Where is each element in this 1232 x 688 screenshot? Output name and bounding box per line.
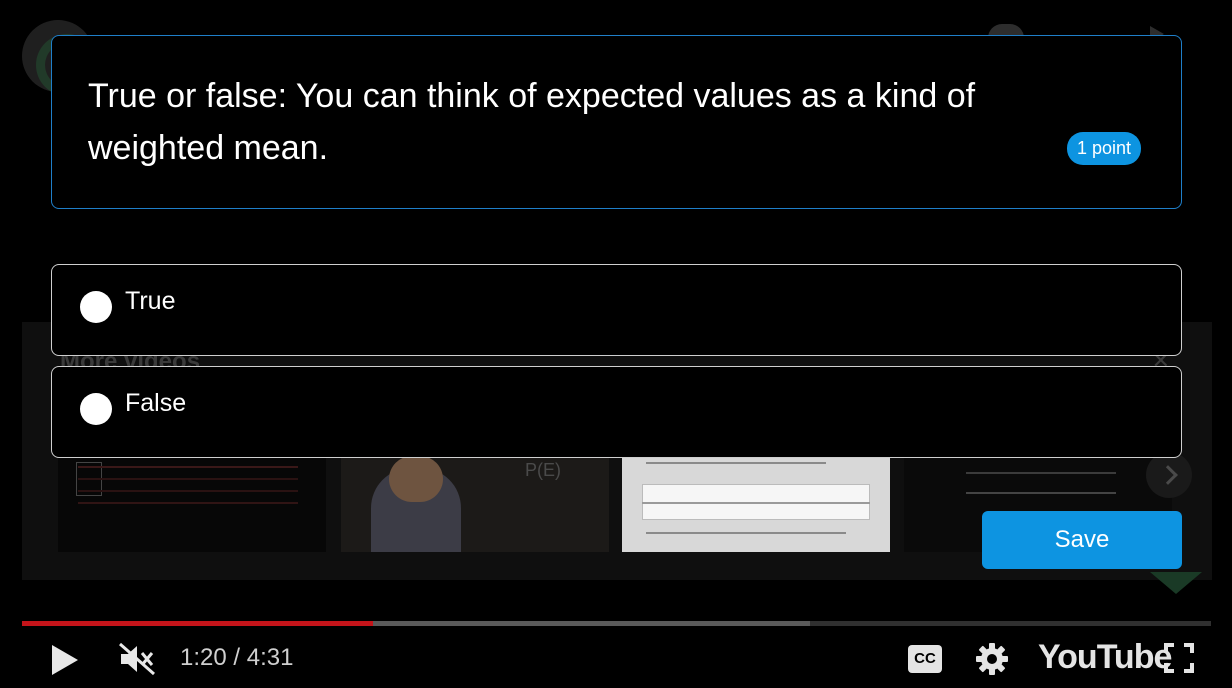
question-text: True or false: You can think of expected… — [88, 77, 976, 167]
youtube-logo[interactable]: YouTube — [1038, 638, 1172, 677]
answer-option-false[interactable]: False — [51, 366, 1182, 458]
radio-button[interactable] — [80, 291, 112, 323]
video-thumbnail[interactable] — [622, 458, 890, 552]
progress-bar[interactable] — [22, 621, 1211, 626]
question-card: True or false: You can think of expected… — [51, 35, 1182, 209]
time-display: 1:20 / 4:31 — [180, 644, 294, 671]
points-badge: 1 point — [1067, 132, 1142, 165]
gear-icon[interactable] — [974, 641, 1010, 677]
answer-label: False — [125, 389, 187, 417]
cc-icon[interactable]: CC — [908, 645, 942, 673]
thumbnail-text: P(E) — [525, 460, 561, 480]
answer-option-true[interactable]: True — [51, 264, 1182, 356]
answer-label: True — [125, 287, 176, 315]
radio-button[interactable] — [80, 393, 112, 425]
progress-played — [22, 621, 373, 626]
play-icon[interactable] — [52, 645, 78, 675]
video-thumbnail[interactable]: P(E) — [341, 458, 609, 552]
next-videos-arrow-icon[interactable] — [1146, 452, 1192, 498]
channel-badge-icon — [1150, 572, 1202, 594]
fullscreen-icon[interactable] — [1164, 643, 1194, 673]
video-thumbnail[interactable] — [58, 458, 326, 552]
save-button[interactable]: Save — [982, 511, 1182, 569]
mute-icon[interactable] — [118, 642, 158, 676]
